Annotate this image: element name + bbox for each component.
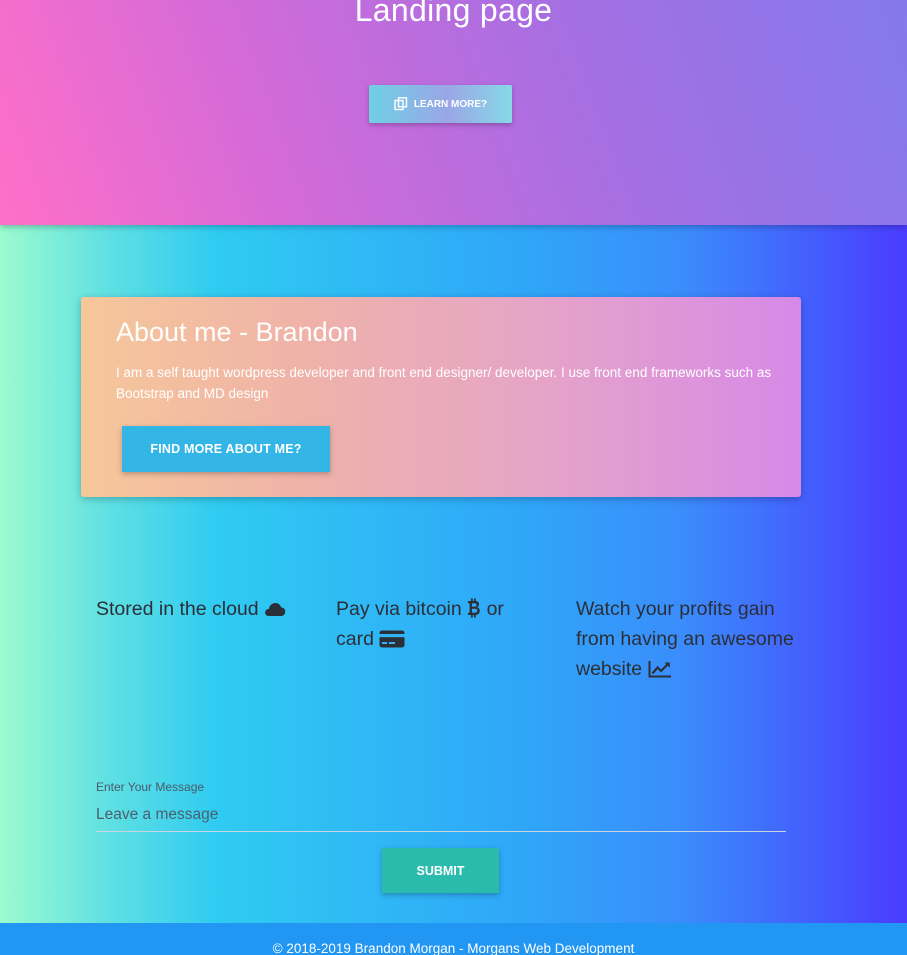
about-text: I am a self taught wordpress developer a… (116, 365, 772, 401)
message-label: Enter Your Message (96, 780, 205, 794)
hero-title: Landing page (354, 0, 553, 28)
cloud-icon (264, 598, 286, 620)
feature-payment-text: Pay via bitcoin (336, 598, 462, 620)
hero-section: Landing page LEARN MORE? (0, 0, 907, 225)
about-card: About me - Brandon I am a self taught wo… (81, 297, 801, 497)
learn-more-label: LEARN MORE? (413, 98, 488, 110)
feature-profits-text: Watch your profits gain from having an a… (576, 598, 794, 680)
learn-more-button[interactable]: LEARN MORE? (369, 85, 512, 123)
main-section: About me - Brandon I am a self taught wo… (0, 225, 907, 923)
about-title: About me - Brandon (116, 317, 358, 347)
submit-button[interactable]: SUBMIT (382, 848, 499, 893)
feature-profits: Watch your profits gain from having an a… (576, 594, 796, 684)
line-chart-icon (648, 658, 672, 680)
footer-copyright: © 2018-2019 Brandon Morgan - Morgans Web… (272, 941, 635, 955)
bitcoin-icon (467, 598, 486, 620)
credit-card-icon (379, 628, 405, 650)
copy-icon (394, 97, 408, 111)
find-more-button[interactable]: FIND MORE ABOUT ME? (122, 426, 330, 472)
feature-payment: Pay via bitcoin or card (336, 594, 536, 654)
feature-cloud-text: Stored in the cloud (96, 598, 259, 620)
footer: © 2018-2019 Brandon Morgan - Morgans Web… (0, 923, 907, 955)
message-input[interactable] (96, 799, 786, 832)
feature-cloud: Stored in the cloud (96, 594, 316, 624)
